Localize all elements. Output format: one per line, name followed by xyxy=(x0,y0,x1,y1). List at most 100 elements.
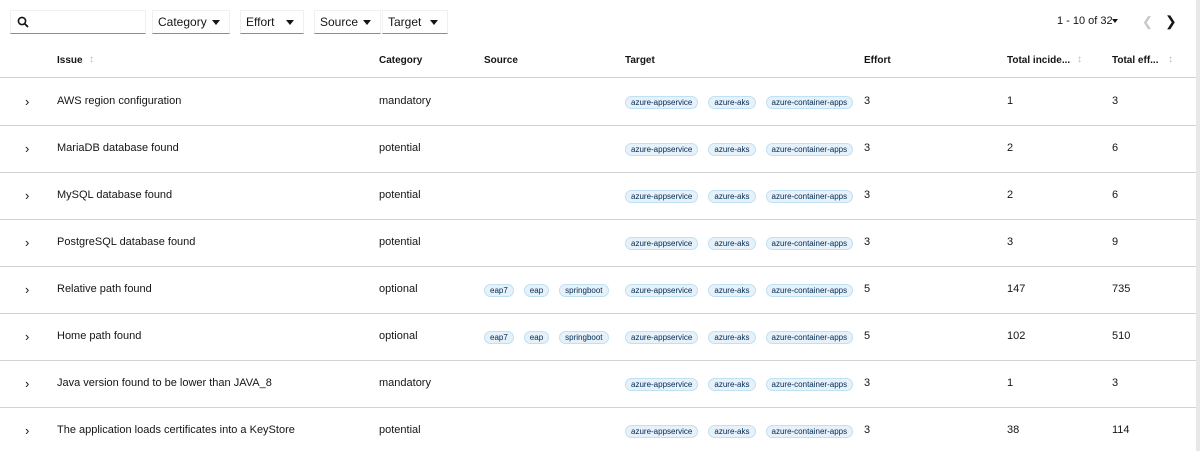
sort-icon[interactable]: ↕ xyxy=(1168,54,1173,65)
target-labels: azure-appservice azure-aks azure-container… xyxy=(625,425,854,438)
source-label: springboot xyxy=(559,331,609,344)
chevron-right-icon[interactable]: › xyxy=(25,94,29,109)
chevron-right-icon[interactable]: › xyxy=(25,329,29,344)
target-label: azure-appservice xyxy=(625,237,699,250)
target-label: azure-container-apps xyxy=(765,331,854,344)
effort-cell: 5 xyxy=(864,283,871,295)
chevron-left-icon[interactable]: ❮ xyxy=(1142,14,1153,30)
search-icon xyxy=(17,16,29,28)
effort-cell: 3 xyxy=(864,424,871,436)
target-labels: azure-appservice azure-aks azure-container… xyxy=(625,190,854,203)
total-effort-cell: 6 xyxy=(1112,189,1119,201)
effort-filter-select[interactable]: Effort xyxy=(240,10,304,34)
effort-filter-label: Effort xyxy=(246,15,275,29)
column-header-source: Source xyxy=(484,55,518,66)
chevron-right-icon[interactable]: ❯ xyxy=(1165,13,1177,30)
category-cell: potential xyxy=(379,142,421,154)
total-incidents-cell: 147 xyxy=(1007,283,1026,295)
target-label: azure-appservice xyxy=(625,331,699,344)
issue-cell: MariaDB database found xyxy=(57,142,179,154)
issue-cell: The application loads certificates into … xyxy=(57,424,295,436)
table-row: › MySQL database found potential azure-a… xyxy=(0,173,1196,220)
source-filter-label: Source xyxy=(320,15,359,29)
column-header-effort: Effort xyxy=(864,55,891,66)
caret-down-icon xyxy=(286,20,294,25)
caret-down-icon xyxy=(212,20,220,25)
effort-cell: 3 xyxy=(864,189,871,201)
source-filter-select[interactable]: Source xyxy=(314,10,381,34)
target-label: azure-appservice xyxy=(625,378,699,391)
effort-cell: 3 xyxy=(864,236,871,248)
issue-cell: Java version found to be lower than JAVA… xyxy=(57,377,272,389)
category-filter-select[interactable]: Category xyxy=(152,10,230,34)
target-labels: azure-appservice azure-aks azure-container… xyxy=(625,378,854,391)
target-label: azure-aks xyxy=(708,378,756,391)
category-cell: mandatory xyxy=(379,95,431,107)
target-label: azure-appservice xyxy=(625,190,699,203)
per-page-toggle-icon[interactable] xyxy=(1112,19,1118,23)
target-filter-label: Target xyxy=(388,15,422,29)
target-labels: azure-appservice azure-aks azure-container… xyxy=(625,96,854,109)
source-label: eap7 xyxy=(484,284,514,297)
caret-down-icon xyxy=(430,20,438,25)
total-incidents-cell: 38 xyxy=(1007,424,1020,436)
total-effort-cell: 3 xyxy=(1112,95,1119,107)
target-label: azure-container-apps xyxy=(765,237,854,250)
effort-cell: 3 xyxy=(864,95,871,107)
category-cell: mandatory xyxy=(379,377,431,389)
chevron-right-icon[interactable]: › xyxy=(25,423,29,438)
table-row: › MariaDB database found potential azure… xyxy=(0,126,1196,173)
category-cell: optional xyxy=(379,330,418,342)
issue-cell: Relative path found xyxy=(57,283,152,295)
total-effort-cell: 114 xyxy=(1112,424,1130,436)
chevron-right-icon[interactable]: › xyxy=(25,188,29,203)
total-effort-cell: 3 xyxy=(1112,377,1119,389)
issue-cell: PostgreSQL database found xyxy=(57,236,196,248)
issue-cell: Home path found xyxy=(57,330,142,342)
total-incidents-cell: 3 xyxy=(1007,236,1014,248)
source-labels: eap7 eap springboot xyxy=(484,284,609,297)
issue-cell: AWS region configuration xyxy=(57,95,182,107)
effort-cell: 5 xyxy=(864,330,871,342)
target-labels: azure-appservice azure-aks azure-container… xyxy=(625,237,854,250)
target-label: azure-appservice xyxy=(625,425,699,438)
target-labels: azure-appservice azure-aks azure-container… xyxy=(625,331,854,344)
table-header: Issue ↕ Category Source Target Effort To… xyxy=(0,43,1196,78)
column-header-issue[interactable]: Issue xyxy=(57,55,83,66)
source-labels: eap7 eap springboot xyxy=(484,331,609,344)
search-input[interactable] xyxy=(10,10,146,34)
target-label: azure-aks xyxy=(708,284,756,297)
category-cell: potential xyxy=(379,424,421,436)
total-incidents-cell: 2 xyxy=(1007,142,1014,154)
target-label: azure-container-apps xyxy=(765,378,854,391)
sort-icon[interactable]: ↕ xyxy=(1077,54,1082,65)
target-label: azure-aks xyxy=(708,425,756,438)
page-scrollbar[interactable] xyxy=(1196,0,1200,451)
source-label: eap xyxy=(523,284,550,297)
target-label: azure-appservice xyxy=(625,96,699,109)
category-cell: optional xyxy=(379,283,418,295)
total-incidents-cell: 1 xyxy=(1007,377,1014,389)
target-label: azure-appservice xyxy=(625,143,699,156)
issue-cell: MySQL database found xyxy=(57,189,173,201)
target-filter-select[interactable]: Target xyxy=(382,10,448,34)
table-row: › Relative path found optional eap7 eap sp… xyxy=(0,267,1196,314)
pagination-range: 1 - 10 of 32 xyxy=(1057,15,1113,27)
source-label: springboot xyxy=(559,284,609,297)
target-labels: azure-appservice azure-aks azure-container… xyxy=(625,143,854,156)
chevron-right-icon[interactable]: › xyxy=(25,141,29,156)
target-label: azure-container-apps xyxy=(765,96,854,109)
table-row: › Java version found to be lower than JA… xyxy=(0,361,1196,408)
source-label: eap xyxy=(523,331,550,344)
source-label: eap7 xyxy=(484,331,514,344)
category-filter-label: Category xyxy=(158,15,207,29)
target-label: azure-container-apps xyxy=(765,190,854,203)
sort-icon[interactable]: ↕ xyxy=(89,54,94,65)
chevron-right-icon[interactable]: › xyxy=(25,376,29,391)
target-label: azure-aks xyxy=(708,96,756,109)
column-header-total-effort[interactable]: Total eff... xyxy=(1112,55,1158,66)
chevron-right-icon[interactable]: › xyxy=(25,282,29,297)
column-header-total-incidents[interactable]: Total incide... xyxy=(1007,55,1070,66)
chevron-right-icon[interactable]: › xyxy=(25,235,29,250)
total-incidents-cell: 102 xyxy=(1007,330,1026,342)
